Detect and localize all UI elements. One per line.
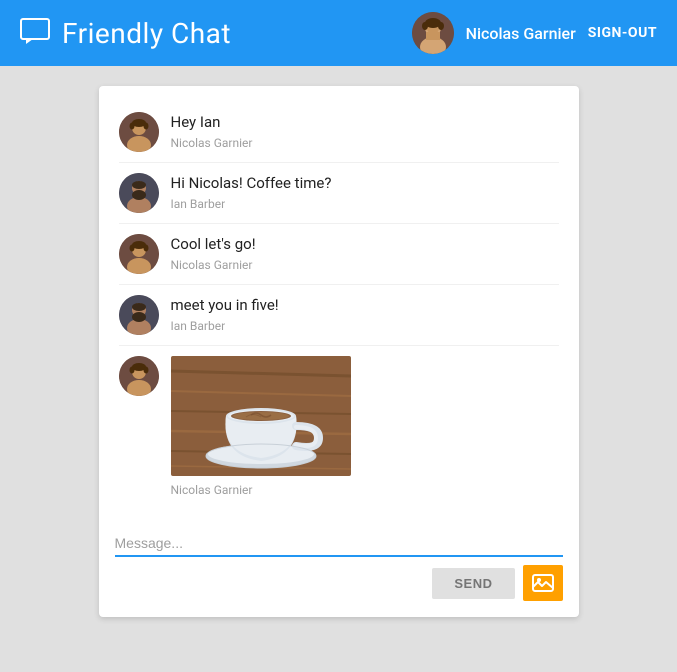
avatar xyxy=(119,112,159,152)
table-row: meet you in five! Ian Barber xyxy=(119,285,559,346)
app-title: Friendly Chat xyxy=(62,17,231,50)
table-row: Hi Nicolas! Coffee time? Ian Barber xyxy=(119,163,559,224)
header-title-area: Friendly Chat xyxy=(20,17,412,50)
messages-area: Hey Ian Nicolas Garnier xyxy=(99,86,579,523)
input-area: SEND xyxy=(99,523,579,617)
message-content: Nicolas Garnier xyxy=(171,356,351,497)
message-content: Hey Ian Nicolas Garnier xyxy=(171,112,253,150)
avatar xyxy=(119,295,159,335)
header-username: Nicolas Garnier xyxy=(466,24,576,43)
table-row: Cool let's go! Nicolas Garnier xyxy=(119,224,559,285)
message-content: Hi Nicolas! Coffee time? Ian Barber xyxy=(171,173,332,211)
input-actions: SEND xyxy=(115,565,563,601)
message-author: Nicolas Garnier xyxy=(171,258,256,272)
header-avatar xyxy=(412,12,454,54)
message-text: Hi Nicolas! Coffee time? xyxy=(171,173,332,194)
signout-button[interactable]: SIGN-OUT xyxy=(588,25,657,41)
avatar xyxy=(119,173,159,213)
message-text: Cool let's go! xyxy=(171,234,256,255)
header-user-area: Nicolas Garnier SIGN-OUT xyxy=(412,12,657,54)
message-image xyxy=(171,356,351,476)
table-row: Nicolas Garnier xyxy=(119,346,559,507)
chat-card: Hey Ian Nicolas Garnier xyxy=(99,86,579,617)
table-row: Hey Ian Nicolas Garnier xyxy=(119,102,559,163)
message-text: Hey Ian xyxy=(171,112,253,133)
image-icon xyxy=(532,574,554,592)
message-text: meet you in five! xyxy=(171,295,279,316)
message-author: Ian Barber xyxy=(171,319,279,333)
send-button[interactable]: SEND xyxy=(432,568,514,599)
avatar xyxy=(119,234,159,274)
chat-icon xyxy=(20,18,50,49)
message-author: Ian Barber xyxy=(171,197,332,211)
message-content: Cool let's go! Nicolas Garnier xyxy=(171,234,256,272)
message-author: Nicolas Garnier xyxy=(171,136,253,150)
message-content: meet you in five! Ian Barber xyxy=(171,295,279,333)
avatar xyxy=(119,356,159,396)
app-header: Friendly Chat Nicolas Garnier SIGN-OUT xyxy=(0,0,677,66)
main-content: Hey Ian Nicolas Garnier xyxy=(0,66,677,637)
message-author: Nicolas Garnier xyxy=(171,483,351,497)
image-upload-button[interactable] xyxy=(523,565,563,601)
message-input[interactable] xyxy=(115,531,563,557)
